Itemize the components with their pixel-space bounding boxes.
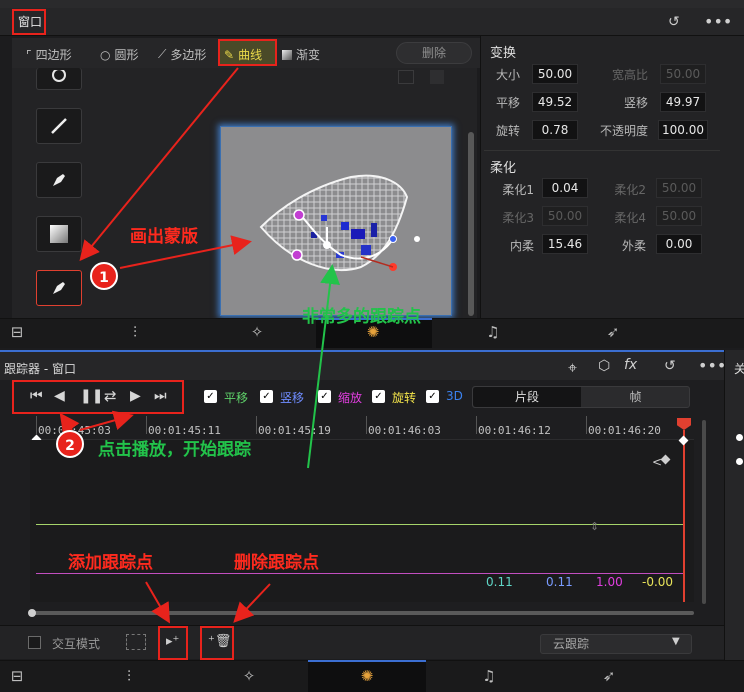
annotation-draw-mask: 画出蒙版 (130, 227, 198, 247)
annotation-many-points: 非常多的跟踪点 (302, 307, 421, 327)
step-badge-2: 2 (56, 430, 84, 458)
annotation-add-point: 添加跟踪点 (68, 553, 153, 573)
annotation-arrows (59, 67, 341, 624)
annotation-delete-point: 删除跟踪点 (234, 553, 319, 573)
step-badge-1: 1 (90, 262, 118, 290)
annotation-click-play: 点击播放，开始跟踪 (98, 440, 251, 460)
app-root: 窗口 ↺ ••• ⌜ 四边形 ○ 圆形 ⟋ 多边形 ✎ 曲线 渐变 删除 变换 … (0, 0, 744, 692)
